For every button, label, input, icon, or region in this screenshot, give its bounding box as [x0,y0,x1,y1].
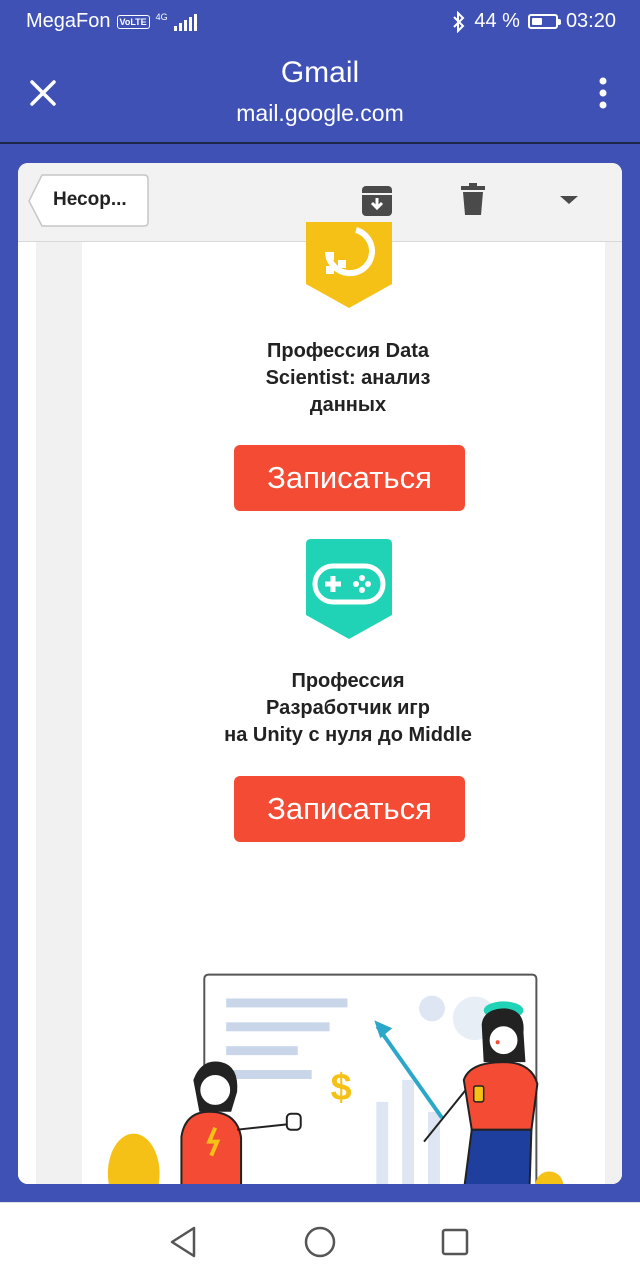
carrier-name: MegaFon [26,10,111,32]
course-title-line: Профессия [291,670,405,692]
svg-text:$: $ [331,1067,352,1109]
nav-back-icon[interactable] [168,1225,198,1259]
volte-badge: VoLTE [116,14,150,29]
back-button-label: Несор... [53,189,127,210]
course-title-line: Scientist: анализ [265,367,431,389]
left-gutter [36,242,82,1184]
app-bar: Gmail mail.google.com [0,44,640,142]
course-title-data-science: Профессия Data Scientist: анализ данных [82,338,614,419]
delete-icon[interactable] [461,183,485,215]
battery-percent: 44 % [474,10,520,32]
people-chart-illustration: $ [107,973,564,1184]
app-bar-divider [0,142,640,144]
more-vert-icon[interactable] [596,76,610,110]
battery-icon [527,14,561,29]
signal-icon [173,13,197,31]
course-title-line: Профессия Data [266,340,430,362]
page-title: Gmail [280,56,360,89]
nav-home-icon[interactable] [303,1225,337,1259]
system-nav-bar [0,1202,640,1281]
course-title-unity: Профессия Разработчик игр на Unity с нул… [82,668,614,749]
gamepad-icon [306,539,392,639]
enroll-button[interactable]: Записаться [234,445,465,511]
page-url: mail.google.com [236,100,404,126]
bluetooth-icon [453,10,465,33]
clock: 03:20 [565,10,616,32]
data-science-icon [306,222,392,308]
enroll-button[interactable]: Записаться [234,776,465,842]
status-bar: MegaFon VoLTE 4G 44 % 03:20 [0,0,640,44]
chevron-down-icon[interactable] [558,193,580,207]
course-title-line: на Unity с нуля до Middle [224,724,472,746]
mail-card: Несор... Профессия Data Scientist: анали… [18,163,622,1184]
course-title-line: Разработчик игр [266,697,430,719]
mail-content: Профессия Data Scientist: анализ данных … [18,222,622,1184]
archive-icon[interactable] [361,185,393,217]
back-to-folder-button[interactable]: Несор... [28,174,149,227]
mail-body: Профессия Data Scientist: анализ данных … [82,222,605,1184]
course-title-line: данных [309,394,387,416]
network-type: 4G [155,12,168,22]
nav-recent-apps-icon[interactable] [440,1225,470,1259]
